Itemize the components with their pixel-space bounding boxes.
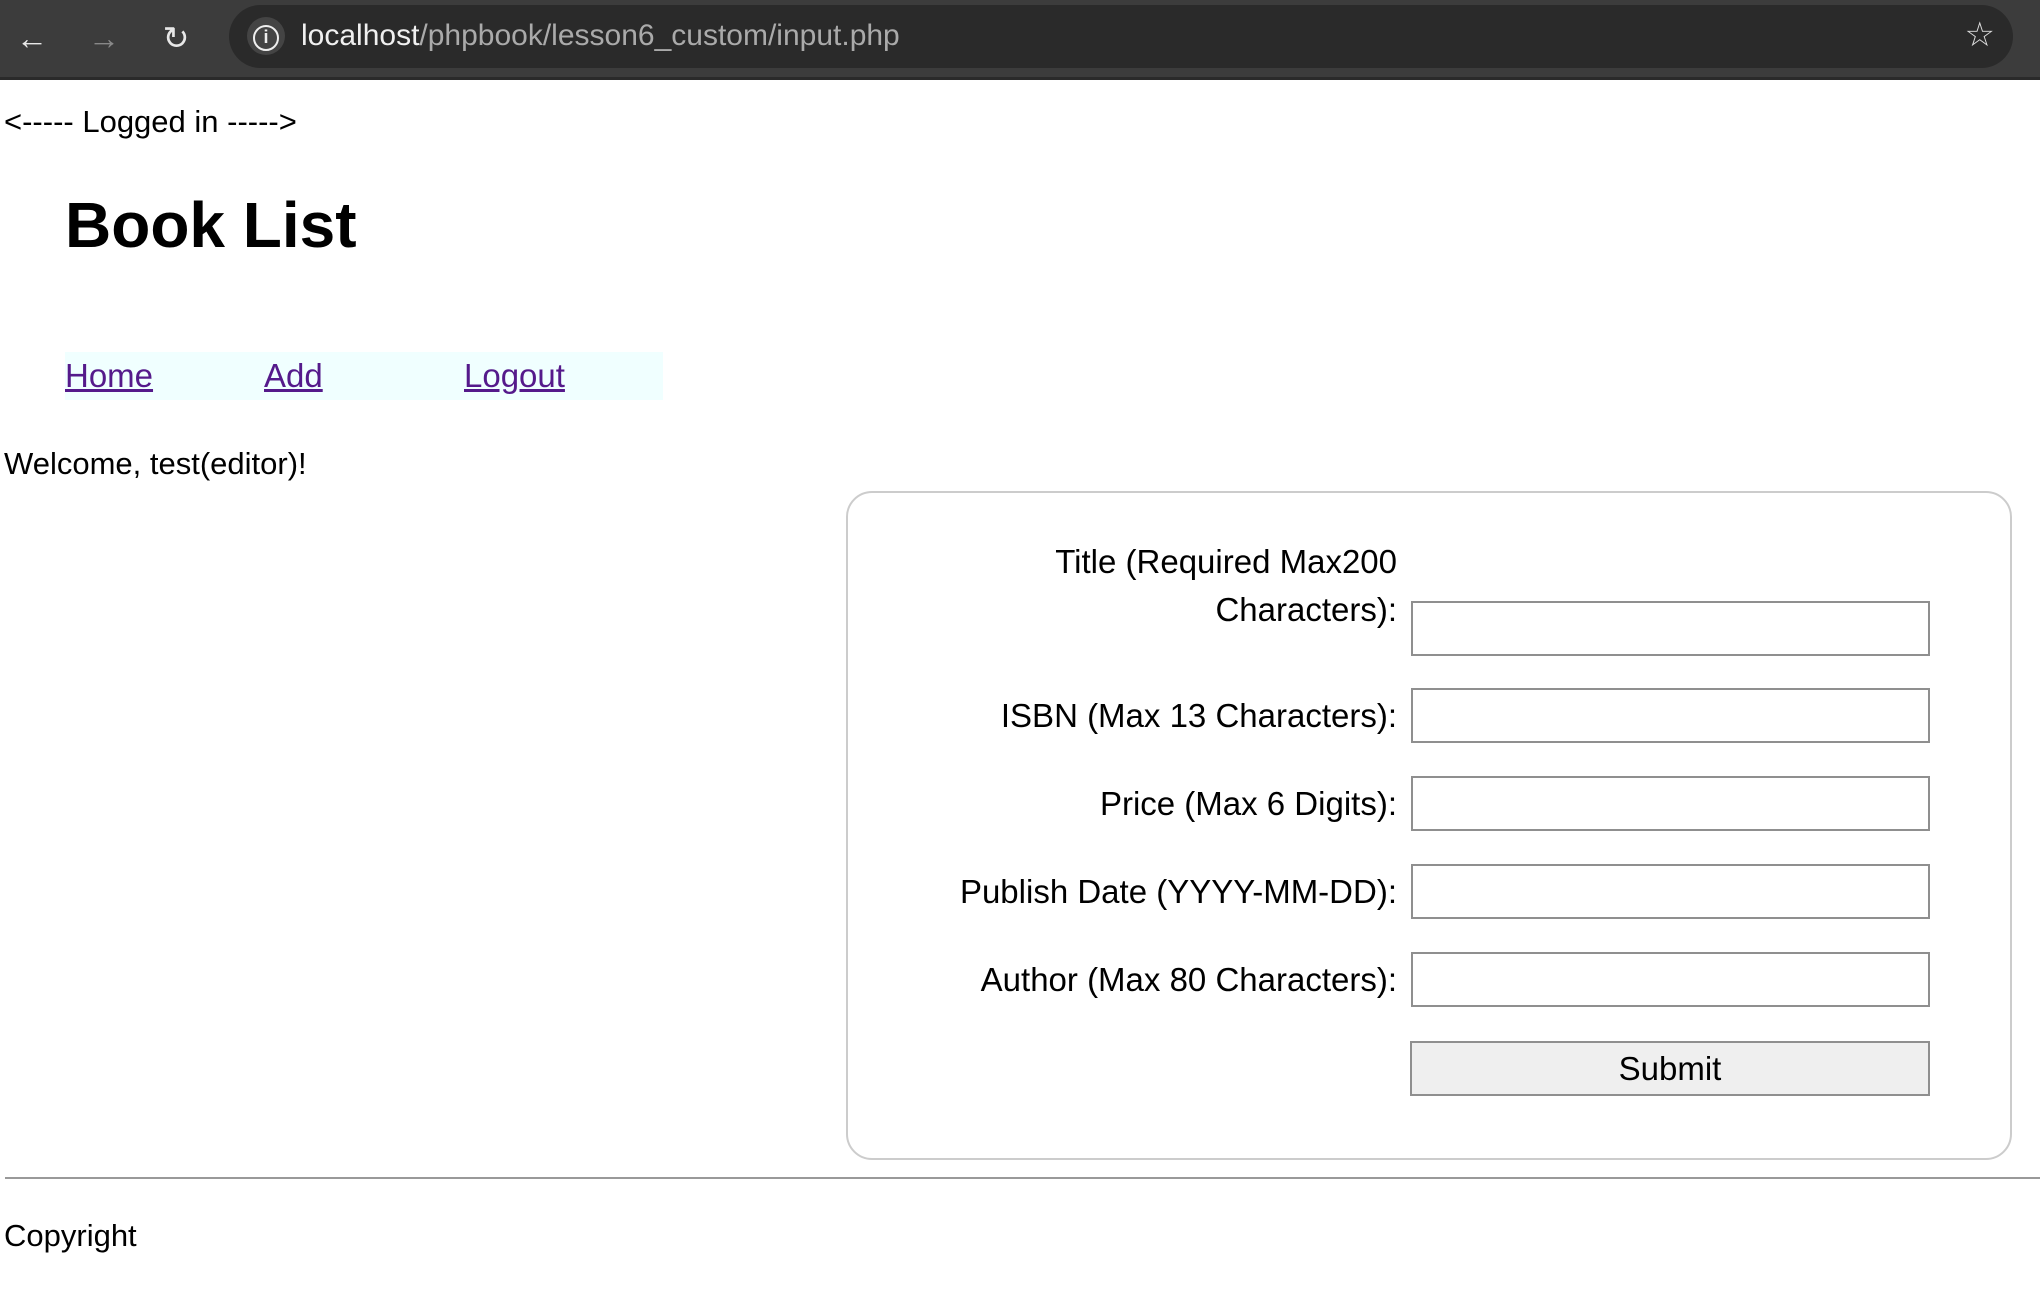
nav-bar: Home Add Logout bbox=[65, 352, 663, 400]
price-label: Price (Max 6 Digits): bbox=[1099, 785, 1397, 822]
reload-icon[interactable]: ↻ bbox=[156, 18, 196, 58]
star-icon[interactable]: ☆ bbox=[1965, 15, 1995, 55]
title-input[interactable] bbox=[1411, 601, 1930, 656]
footer-divider bbox=[5, 1177, 2040, 1179]
title-label: Title (Required Max200 Characters): bbox=[1055, 543, 1397, 628]
logged-in-banner: <----- Logged in -----> bbox=[4, 104, 297, 139]
author-label: Author (Max 80 Characters): bbox=[980, 961, 1397, 998]
isbn-label: ISBN (Max 13 Characters): bbox=[1000, 697, 1397, 734]
welcome-message: Welcome, test(editor)! bbox=[4, 446, 307, 481]
browser-toolbar: ← → ↻ i localhost/phpbook/lesson6_custom… bbox=[0, 0, 2040, 80]
nav-home-link[interactable]: Home bbox=[65, 357, 153, 395]
publish-date-input[interactable] bbox=[1411, 864, 1930, 919]
copyright-text: Copyright bbox=[4, 1218, 137, 1253]
nav-logout-link[interactable]: Logout bbox=[464, 357, 565, 395]
publish-date-label: Publish Date (YYYY-MM-DD): bbox=[959, 873, 1397, 910]
back-arrow-icon[interactable]: ← bbox=[12, 18, 52, 58]
page-title: Book List bbox=[65, 189, 357, 261]
info-icon[interactable]: i bbox=[247, 17, 285, 55]
url-text[interactable]: localhost/phpbook/lesson6_custom/input.p… bbox=[301, 19, 900, 53]
address-bar[interactable]: i localhost/phpbook/lesson6_custom/input… bbox=[229, 5, 2013, 68]
book-input-form: Title (Required Max200 Characters): ISBN … bbox=[846, 491, 2012, 1160]
price-input[interactable] bbox=[1411, 776, 1930, 831]
forward-arrow-icon[interactable]: → bbox=[84, 18, 124, 58]
nav-add-link[interactable]: Add bbox=[264, 357, 323, 395]
submit-button[interactable]: Submit bbox=[1410, 1041, 1930, 1096]
isbn-input[interactable] bbox=[1411, 688, 1930, 743]
author-input[interactable] bbox=[1411, 952, 1930, 1007]
